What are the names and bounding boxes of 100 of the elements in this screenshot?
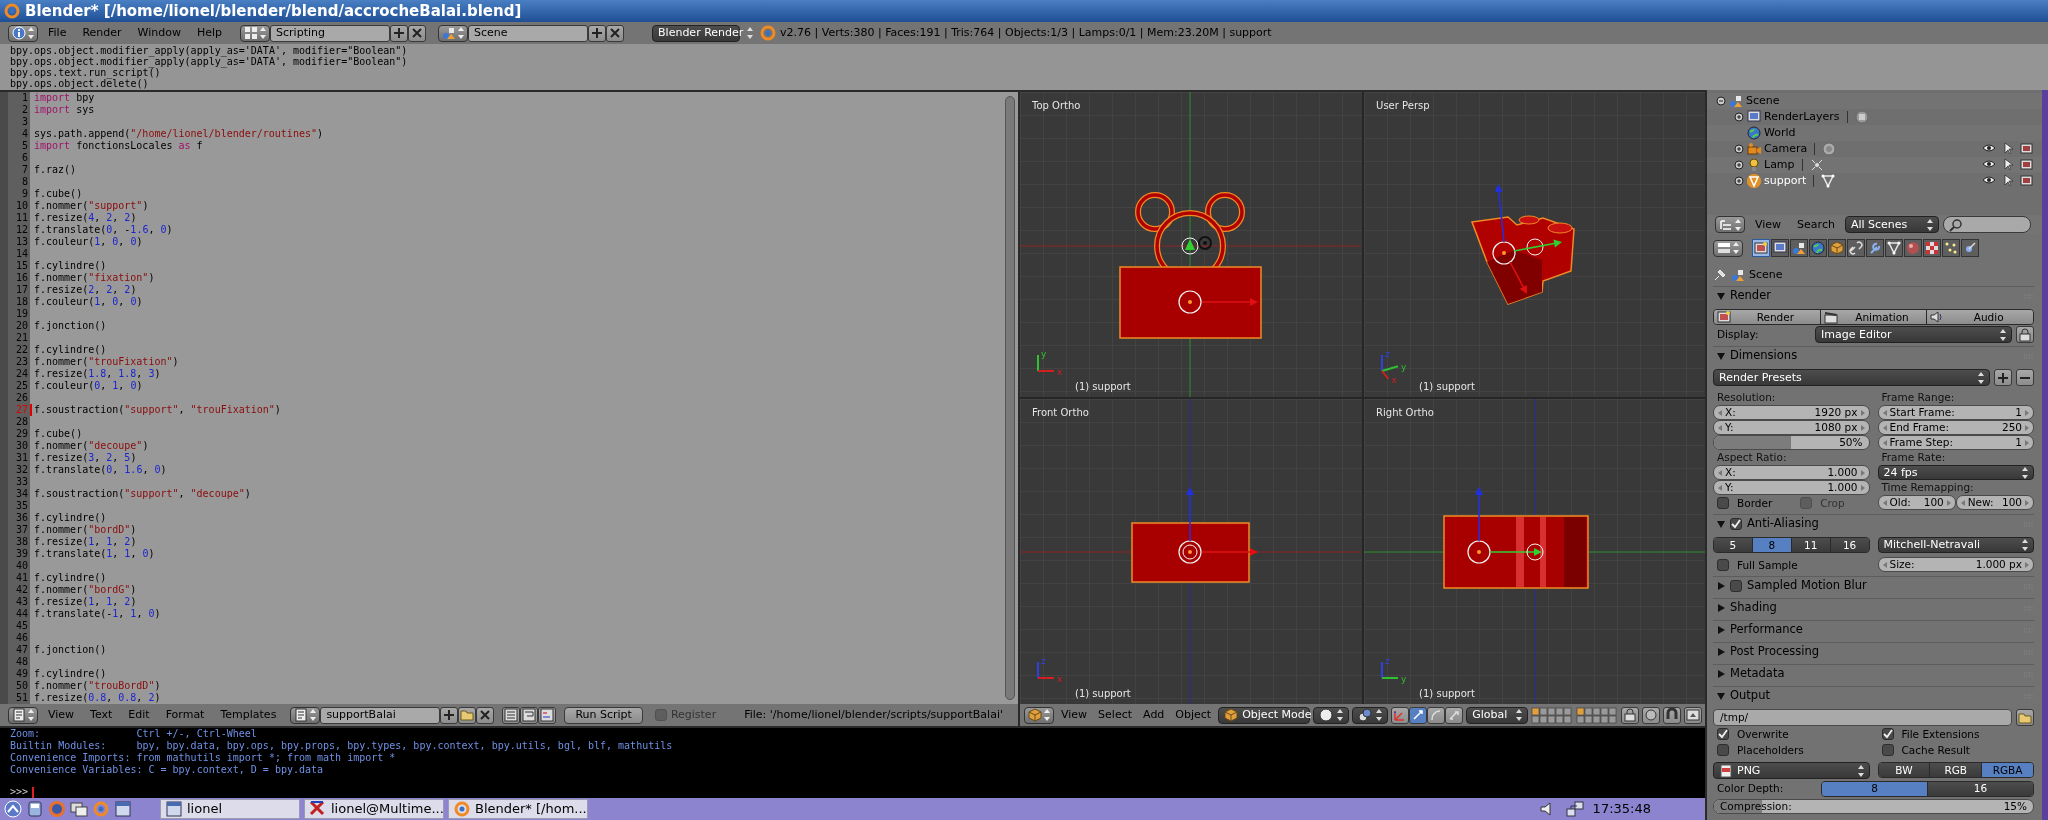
context-tab[interactable] [1828, 239, 1846, 257]
number-field[interactable]: New: 100 [1955, 495, 2034, 510]
outliner-item[interactable]: support [1764, 174, 1807, 188]
scrollbar[interactable] [1005, 96, 1015, 700]
editor-type-button[interactable] [1024, 706, 1054, 724]
context-tab[interactable] [1923, 239, 1941, 257]
menu-item[interactable]: View [1749, 217, 1788, 232]
eye-icon[interactable] [1982, 158, 1996, 170]
checkbox[interactable] [1717, 744, 1729, 756]
context-tab[interactable] [1866, 239, 1884, 257]
panel-header[interactable]: Metadata [1713, 664, 2034, 683]
mode-dropdown[interactable]: Object Mode [1218, 706, 1311, 724]
menu-item[interactable]: Format [159, 708, 211, 722]
translate-toggle[interactable] [1409, 706, 1428, 724]
outliner-item[interactable]: Scene [1746, 94, 1780, 108]
menu-item[interactable]: Add [1139, 708, 1169, 722]
menu-item[interactable]: Search [1791, 217, 1841, 232]
proportional-button[interactable] [1642, 706, 1661, 724]
render-button[interactable] [1684, 706, 1703, 724]
checkbox[interactable] [1717, 497, 1729, 509]
filter-dropdown[interactable]: Mitchell-Netravali [1877, 537, 2034, 553]
cursor-icon[interactable] [2002, 142, 2014, 156]
context-tab[interactable] [1942, 239, 1960, 257]
checkbox[interactable] [1881, 728, 1894, 740]
number-field[interactable]: Y: 1.000 [1713, 480, 1870, 495]
search-field[interactable] [1942, 216, 2031, 233]
render-action-button[interactable]: Render [1714, 310, 1821, 324]
outliner-item[interactable]: RenderLayers [1764, 110, 1840, 124]
start-menu-icon[interactable] [4, 800, 22, 818]
syntax-highlight-toggle[interactable] [538, 706, 557, 724]
editor-type-button[interactable] [8, 24, 38, 42]
globe-icon[interactable] [1747, 126, 1761, 140]
taskbar-button[interactable]: Blender* [/hom... [448, 799, 588, 819]
context-tab[interactable] [1790, 239, 1808, 257]
render-action-button[interactable]: Animation [1820, 310, 1928, 324]
frame-rate-dropdown[interactable]: 24 fps [1877, 465, 2034, 480]
color-mode-toggle[interactable]: RGBA [1982, 763, 2033, 777]
lamp-icon[interactable] [1747, 158, 1761, 172]
open-text-button[interactable] [458, 706, 477, 724]
eye-icon[interactable] [1982, 142, 1996, 154]
menu-item[interactable]: Window [131, 26, 187, 40]
outliner-item[interactable]: World [1764, 126, 1796, 140]
menu-item[interactable]: View [42, 708, 81, 722]
add-button[interactable] [1994, 369, 2012, 386]
lock-button[interactable] [1621, 706, 1640, 724]
menu-item[interactable]: View [1057, 708, 1092, 722]
editor-type-button[interactable] [1713, 239, 1743, 257]
collapse-icon[interactable] [1716, 96, 1726, 106]
presets-dropdown[interactable]: Render Presets [1713, 369, 1990, 386]
cursor-icon[interactable] [2002, 174, 2014, 188]
orientation-dropdown[interactable]: Global [1466, 706, 1529, 724]
menu-item[interactable]: Object [1171, 708, 1216, 722]
add-button[interactable] [588, 24, 607, 42]
rotate-toggle[interactable] [1427, 706, 1446, 724]
eye-icon[interactable] [1982, 174, 1996, 186]
sample-toggle[interactable]: 11 [1791, 538, 1831, 552]
path-field[interactable]: /tmp/ [1713, 709, 2012, 726]
checkbox[interactable] [1730, 580, 1742, 592]
color-mode-toggle[interactable]: RGB [1930, 763, 1983, 777]
close-button[interactable] [408, 24, 427, 42]
panel-header[interactable]: Output [1713, 686, 2034, 705]
scene-icon[interactable] [1729, 94, 1743, 108]
sample-toggle[interactable]: 5 [1714, 538, 1753, 552]
context-tab[interactable] [1904, 239, 1922, 257]
menu-item[interactable]: Edit [122, 708, 156, 722]
menu-item[interactable]: File [42, 26, 73, 40]
menu-item[interactable]: Help [190, 26, 229, 40]
text-browse-button[interactable] [290, 706, 321, 724]
sample-toggle[interactable]: 8 [1752, 538, 1792, 552]
compression-slider[interactable]: Compression: 15% [1713, 799, 2034, 814]
number-field[interactable]: Size: 1.000 px [1877, 557, 2034, 572]
menu-item[interactable]: Select [1094, 708, 1137, 722]
taskbar-button[interactable]: lionel@Multime... [304, 799, 444, 819]
context-tab[interactable] [1885, 239, 1903, 257]
editor-type-button[interactable] [8, 706, 38, 724]
display-dropdown[interactable]: Image Editor [1815, 326, 2012, 343]
network-icon[interactable] [1564, 800, 1585, 818]
editor-type-button[interactable] [1715, 216, 1745, 233]
scale-toggle[interactable] [1445, 706, 1464, 724]
line-numbers-toggle[interactable] [502, 706, 521, 724]
close-button[interactable] [476, 706, 495, 724]
render-icon[interactable] [2020, 174, 2034, 188]
number-field[interactable]: Start Frame: 1 [1877, 405, 2034, 420]
scene-field[interactable]: Scene [468, 24, 589, 42]
menu-item[interactable]: Render [76, 26, 128, 40]
checkbox[interactable] [1730, 518, 1742, 530]
percentage-slider[interactable]: 50% [1713, 435, 1870, 450]
checkbox[interactable] [1717, 559, 1729, 571]
context-tab[interactable] [1809, 239, 1827, 257]
word-wrap-toggle[interactable] [520, 706, 539, 724]
number-field[interactable]: End Frame: 250 [1877, 420, 2034, 435]
render-action-button[interactable]: Audio [1927, 310, 2033, 324]
color-depth-toggle[interactable]: 8 [1822, 781, 1928, 796]
file-format-dropdown[interactable]: PNG [1713, 762, 1870, 779]
new-text-button[interactable] [440, 706, 459, 724]
browse-button[interactable] [2016, 709, 2034, 726]
render-icon[interactable] [2020, 158, 2034, 172]
panel-header[interactable]: Post Processing [1713, 642, 2034, 661]
expand-icon[interactable] [1734, 160, 1744, 170]
windows-icon[interactable] [70, 800, 88, 818]
